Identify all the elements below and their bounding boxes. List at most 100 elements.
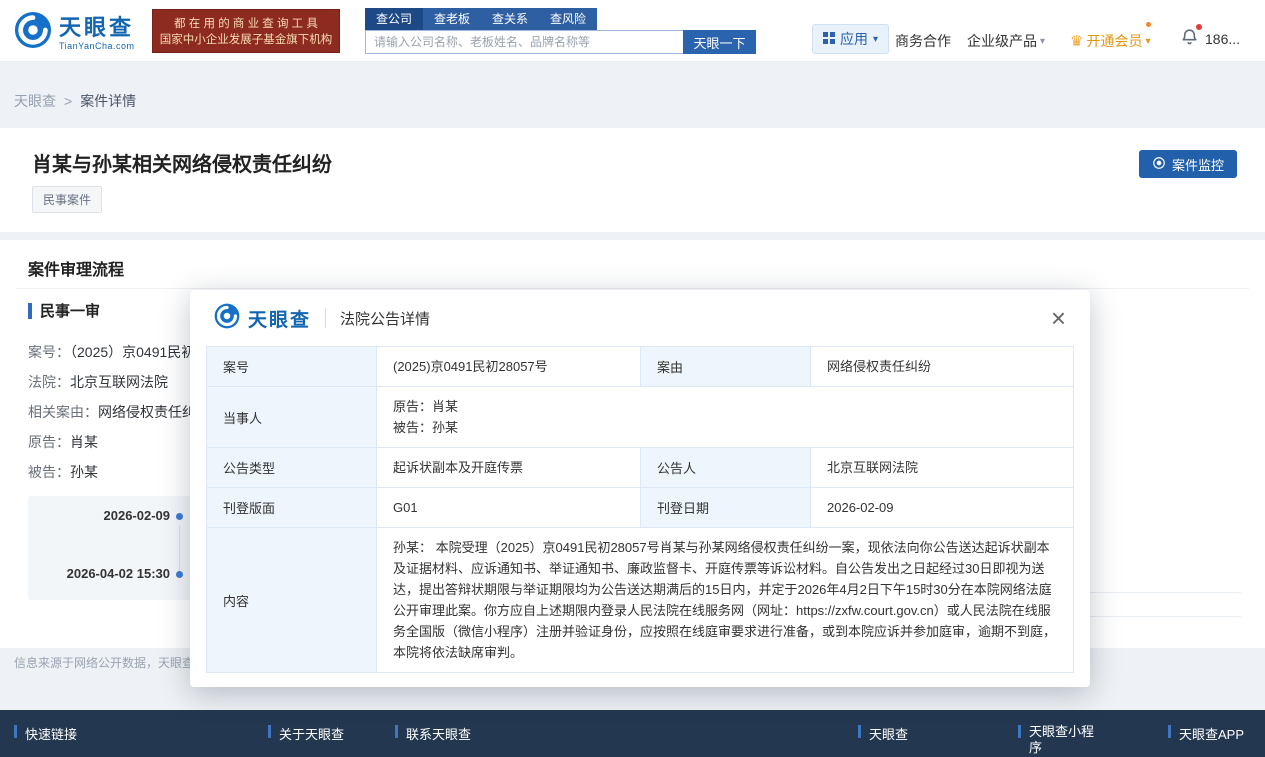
- footer-link-label: 天眼查小程序: [1029, 724, 1099, 756]
- stage-title: 民事一审: [40, 300, 100, 321]
- modal-title: 法院公告详情: [340, 308, 430, 329]
- apps-menu-button[interactable]: 应用 ▾: [812, 24, 889, 54]
- tab-search-risk[interactable]: 查风险: [539, 8, 597, 30]
- field-court: 法院：北京互联网法院: [28, 372, 168, 392]
- chevron-down-icon: ▾: [873, 34, 878, 45]
- breadcrumb-current: 案件详情: [80, 91, 136, 111]
- footer-link-mini-program[interactable]: 天眼查小程序: [1018, 724, 1099, 756]
- footer-link-about[interactable]: 关于天眼查: [268, 724, 344, 743]
- top-header: 天眼查 TianYanCha.com 都 在 用 的 商 业 查 询 工 具 国…: [0, 0, 1265, 62]
- timeline-date: 2026-04-02 15:30: [38, 566, 170, 581]
- brand-name: 天眼查: [59, 15, 135, 41]
- menu-item-enterprise-products[interactable]: 企业级产品 ▾: [967, 31, 1045, 51]
- value-announcement-type: 起诉状副本及开庭传票: [377, 448, 641, 488]
- field-value: 北京互联网法院: [70, 374, 168, 390]
- menu-item-open-membership[interactable]: ♛ 开通会员 ▾: [1070, 31, 1150, 51]
- tab-search-relation[interactable]: 查关系: [481, 8, 539, 30]
- data-source-note: 信息来源于网络公开数据，天眼查: [14, 654, 194, 671]
- breadcrumb-separator-icon: >: [64, 93, 72, 109]
- page-footer: 快速链接 关于天眼查 联系天眼查 天眼查 天眼查小程序 天眼查APP: [0, 710, 1265, 757]
- search-bar: 天眼一下: [365, 30, 756, 54]
- tianyancha-logo-icon: [14, 11, 52, 54]
- label-announcement-type: 公告类型: [207, 448, 377, 488]
- footer-link-label: 天眼查APP: [1179, 724, 1244, 743]
- field-defendant: 被告：孙某: [28, 462, 98, 482]
- menu-item-business-cooperation[interactable]: 商务合作: [895, 31, 951, 51]
- label-publication-page: 刊登版面: [207, 488, 377, 528]
- footer-link-label: 天眼查: [869, 724, 908, 743]
- search-input[interactable]: [365, 30, 683, 54]
- footer-accent-bar: [268, 725, 271, 738]
- user-account-phone[interactable]: 186...: [1205, 31, 1240, 47]
- stage-accent-bar: [28, 303, 32, 319]
- tab-search-company[interactable]: 查公司: [365, 8, 423, 30]
- label-parties: 当事人: [207, 387, 377, 448]
- monitor-icon: [1152, 156, 1166, 173]
- tianyancha-logo-icon: [214, 303, 240, 334]
- case-title-card: 肖某与孙某相关网络侵权责任纠纷 民事案件 案件监控: [0, 128, 1265, 232]
- label-publication-date: 刊登日期: [641, 488, 811, 528]
- value-case-number: (2025)京0491民初28057号: [377, 347, 641, 387]
- table-row: 案号 (2025)京0491民初28057号 案由 网络侵权责任纠纷: [207, 347, 1074, 387]
- timeline-date: 2026-02-09: [38, 508, 170, 523]
- field-value: 肖某: [70, 434, 98, 450]
- divider-line: [16, 288, 1249, 289]
- label-content: 内容: [207, 528, 377, 673]
- search-button[interactable]: 天眼一下: [683, 30, 756, 54]
- footer-link-tianyancha[interactable]: 天眼查: [858, 724, 908, 743]
- value-content: 孙某： 本院受理（2025）京0491民初28057号肖某与孙某网络侵权责任纠纷…: [377, 528, 1074, 673]
- chevron-down-icon: ▾: [1040, 36, 1045, 47]
- field-cause: 相关案由：网络侵权责任纠纷: [28, 402, 210, 422]
- timeline-connector: [179, 526, 180, 574]
- case-monitor-button[interactable]: 案件监控: [1139, 150, 1237, 178]
- tab-search-boss[interactable]: 查老板: [423, 8, 481, 30]
- membership-notification-dot: [1146, 22, 1151, 27]
- grid-icon: [823, 31, 835, 47]
- divider-line: [325, 308, 326, 328]
- footer-accent-bar: [14, 725, 17, 738]
- promo-line-2: 国家中小企业发展子基金旗下机构: [153, 32, 339, 48]
- value-publication-page: G01: [377, 488, 641, 528]
- enterprise-products-label: 企业级产品: [967, 31, 1037, 51]
- modal-brand-name: 天眼查: [248, 305, 311, 332]
- modal-header: 天眼查 法院公告详情 ×: [190, 290, 1090, 346]
- section-title: 案件审理流程: [28, 256, 124, 280]
- search-type-tabs: 查公司 查老板 查关系 查风险: [365, 8, 597, 30]
- case-type-badge: 民事案件: [32, 186, 102, 213]
- notification-bell-icon[interactable]: [1180, 27, 1200, 47]
- value-announcer: 北京互联网法院: [811, 448, 1074, 488]
- close-icon[interactable]: ×: [1051, 308, 1066, 328]
- footer-link-label: 快速链接: [25, 724, 77, 743]
- case-monitor-label: 案件监控: [1172, 155, 1224, 174]
- breadcrumb: 天眼查 > 案件详情: [14, 91, 136, 111]
- timeline-dot: [176, 513, 183, 520]
- apps-menu-label: 应用: [840, 29, 868, 49]
- footer-accent-bar: [1168, 725, 1171, 738]
- field-label: 被告：: [28, 464, 70, 480]
- plaintiff-line: 原告：肖某: [393, 396, 1057, 417]
- brand-domain: TianYanCha.com: [59, 41, 135, 51]
- label-cause: 案由: [641, 347, 811, 387]
- site-logo[interactable]: 天眼查 TianYanCha.com: [14, 11, 135, 54]
- footer-link-quick-links[interactable]: 快速链接: [14, 724, 77, 743]
- crown-icon: ♛: [1070, 32, 1083, 50]
- field-label: 原告：: [28, 434, 70, 450]
- label-case-number: 案号: [207, 347, 377, 387]
- breadcrumb-home[interactable]: 天眼查: [14, 91, 56, 111]
- stage-header: 民事一审: [28, 300, 100, 321]
- promo-line-1: 都 在 用 的 商 业 查 询 工 具: [153, 16, 339, 32]
- table-row: 刊登版面 G01 刊登日期 2026-02-09: [207, 488, 1074, 528]
- business-cooperation-label: 商务合作: [895, 31, 951, 51]
- footer-accent-bar: [1018, 725, 1021, 738]
- footer-link-app[interactable]: 天眼查APP: [1168, 724, 1244, 743]
- value-cause: 网络侵权责任纠纷: [811, 347, 1074, 387]
- footer-link-label: 关于天眼查: [279, 724, 344, 743]
- footer-accent-bar: [395, 725, 398, 738]
- promo-badge: 都 在 用 的 商 业 查 询 工 具 国家中小企业发展子基金旗下机构: [152, 9, 340, 53]
- field-label: 案号：: [28, 344, 70, 360]
- value-parties: 原告：肖某 被告：孙某: [377, 387, 1074, 448]
- field-plaintiff: 原告：肖某: [28, 432, 98, 452]
- field-label: 法院：: [28, 374, 70, 390]
- footer-link-contact[interactable]: 联系天眼查: [395, 724, 471, 743]
- field-label: 相关案由：: [28, 404, 98, 420]
